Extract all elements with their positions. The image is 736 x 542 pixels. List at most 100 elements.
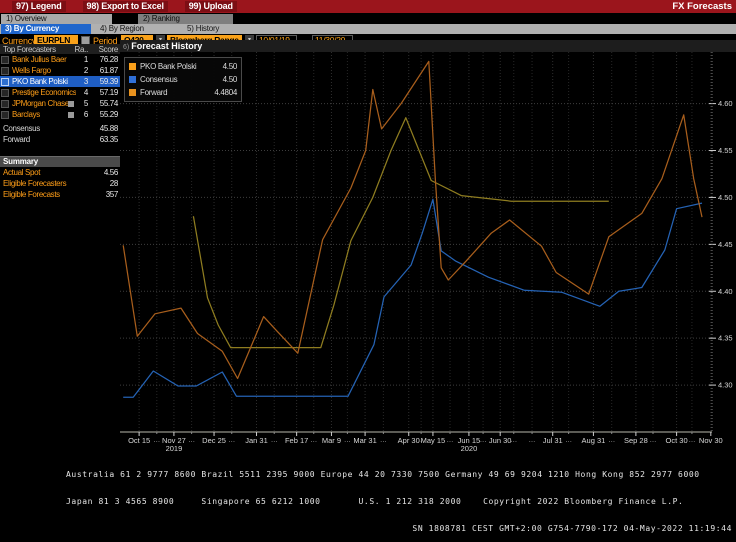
column-header-name: Top Forecasters xyxy=(3,45,72,54)
legend-swatch-icon xyxy=(129,89,136,96)
top-forecasters-panel: Top Forecasters Ra.. Score Bank Julius B… xyxy=(0,44,120,200)
upload-button[interactable]: 99) Upload xyxy=(185,1,237,12)
y-tick-label: 4.50 xyxy=(718,193,733,202)
summary-label: Eligible Forecasts xyxy=(3,190,88,199)
forecaster-checkbox[interactable] xyxy=(1,111,9,119)
summary-row: Actual Spot4.56 xyxy=(0,167,120,178)
legend-button[interactable]: 97) Legend xyxy=(12,1,66,12)
x-tick-ellipsis: … xyxy=(228,437,235,444)
legend-label: Forward xyxy=(140,88,214,97)
x-tick-ellipsis: … xyxy=(480,437,487,444)
forecaster-checkbox[interactable] xyxy=(1,56,9,64)
forecaster-name: Prestige Economics L.. xyxy=(12,88,76,97)
y-tick-label: 4.45 xyxy=(718,240,733,249)
aggregate-row[interactable]: Consensus 45.88 xyxy=(0,123,120,134)
x-year-label: 2019 xyxy=(166,444,183,452)
tab-ranking[interactable]: 2) Ranking xyxy=(138,14,233,24)
forecaster-row[interactable]: PKO Bank Polski359.39 xyxy=(0,76,120,87)
forecaster-rank: 1 xyxy=(76,55,88,64)
aggregate-row[interactable]: Forward63.35 xyxy=(0,134,120,145)
x-tick-ellipsis: … xyxy=(510,437,517,444)
legend-label: Consensus xyxy=(140,75,223,84)
footer-line-1: Australia 61 2 9777 8600 Brazil 5511 239… xyxy=(0,470,736,479)
series-line-forward xyxy=(193,118,608,348)
legend-value: 4.50 xyxy=(223,75,237,84)
summary-value: 28 xyxy=(88,179,118,188)
series-line-pko-bank-polski xyxy=(123,61,702,378)
forecaster-name: PKO Bank Polski xyxy=(12,77,76,86)
y-tick-label: 4.35 xyxy=(718,334,733,343)
summary-row: Eligible Forecasters28 xyxy=(0,178,120,189)
x-tick-ellipsis: … xyxy=(153,437,160,444)
page-title: FX Forecasts xyxy=(672,1,732,12)
tab-overview[interactable]: 1) Overview xyxy=(1,14,112,24)
summary-value: 357 xyxy=(88,190,118,199)
column-header-rank: Ra.. xyxy=(72,45,88,54)
forecaster-checkbox[interactable] xyxy=(1,89,9,97)
forecaster-checkbox[interactable] xyxy=(1,67,9,75)
x-tick-ellipsis: … xyxy=(650,437,657,444)
forecaster-rank: 5 xyxy=(76,99,88,108)
forecaster-score: 59.39 xyxy=(88,77,118,86)
x-tick-ellipsis: … xyxy=(380,437,387,444)
forecaster-row[interactable]: JPMorgan Chase555.74 xyxy=(0,98,120,109)
note-box-icon xyxy=(68,101,74,107)
forecasters-header-row: Top Forecasters Ra.. Score xyxy=(0,44,120,54)
forecaster-checkbox[interactable] xyxy=(1,100,9,108)
y-tick-label: 4.55 xyxy=(718,146,733,155)
x-tick-label: Sep 28 xyxy=(624,436,648,445)
legend-label: PKO Bank Polski xyxy=(140,62,223,71)
forecaster-name: Bank Julius Baer xyxy=(12,55,76,64)
forecaster-rank: 2 xyxy=(76,66,88,75)
forecaster-checkbox[interactable] xyxy=(1,78,9,86)
forecaster-row[interactable]: Barclays655.29 xyxy=(0,109,120,120)
x-tick-ellipsis: … xyxy=(310,437,317,444)
x-tick-ellipsis: … xyxy=(271,437,278,444)
legend-item[interactable]: Consensus4.50 xyxy=(127,73,239,86)
legend-value: 4.4804 xyxy=(214,88,237,97)
legend-item[interactable]: Forward4.4804 xyxy=(127,86,239,99)
x-year-label: 2020 xyxy=(461,444,478,452)
aggregate-score: 63.35 xyxy=(88,135,118,144)
forecaster-row[interactable]: Prestige Economics L..457.19 xyxy=(0,87,120,98)
forecaster-row[interactable]: Wells Fargo261.87 xyxy=(0,65,120,76)
x-tick-label: Mar 31 xyxy=(353,436,376,445)
subtab-by-currency[interactable]: 3) By Currency xyxy=(1,24,91,34)
subtab-bar: 3) By Currency 4) By Region 5) History xyxy=(0,24,736,34)
x-tick-ellipsis: … xyxy=(447,437,454,444)
summary-header: Summary xyxy=(0,156,120,167)
export-to-excel-button[interactable]: 98) Export to Excel xyxy=(83,1,168,12)
legend-swatch-icon xyxy=(129,76,136,83)
aggregate-name: Consensus xyxy=(3,124,76,133)
x-tick-label: Oct 30 xyxy=(666,436,688,445)
legend-swatch-icon xyxy=(129,63,136,70)
x-tick-label: Oct 15 xyxy=(128,436,150,445)
forecaster-name: Barclays xyxy=(12,110,68,119)
summary-label: Eligible Forecasters xyxy=(3,179,88,188)
forecaster-rank: 6 xyxy=(76,110,88,119)
footer-line-2: Japan 81 3 4565 8900 Singapore 65 6212 1… xyxy=(0,497,736,506)
x-tick-ellipsis: … xyxy=(418,437,425,444)
chart-legend: PKO Bank Polski4.50Consensus4.50Forward4… xyxy=(124,57,242,102)
terminal-footer: Australia 61 2 9777 8600 Brazil 5511 239… xyxy=(0,452,736,542)
subtab-by-region[interactable]: 4) By Region xyxy=(100,24,144,34)
summary-row: Eligible Forecasts357 xyxy=(0,189,120,200)
summary-value: 4.56 xyxy=(88,168,118,177)
x-tick-label: Dec 25 xyxy=(202,436,226,445)
top-toolbar: 97) Legend 98) Export to Excel 99) Uploa… xyxy=(0,0,736,13)
tab-row: 1) Overview 2) Ranking xyxy=(0,13,736,24)
summary-label: Actual Spot xyxy=(3,168,88,177)
forecasters-list: Bank Julius Baer176.28Wells Fargo261.87P… xyxy=(0,54,120,120)
subtab-history[interactable]: 5) History xyxy=(187,24,219,34)
legend-item[interactable]: PKO Bank Polski4.50 xyxy=(127,60,239,73)
x-tick-label: Jul 31 xyxy=(543,436,563,445)
legend-value: 4.50 xyxy=(223,62,237,71)
aggregate-score: 45.88 xyxy=(88,124,118,133)
chart-header: 6)Forecast History xyxy=(120,40,736,52)
y-tick-label: 4.40 xyxy=(718,287,733,296)
footer-line-3: SN 1808781 CEST GMT+2:00 G754-7790-172 0… xyxy=(0,524,736,533)
forecaster-score: 76.28 xyxy=(88,55,118,64)
forecaster-row[interactable]: Bank Julius Baer176.28 xyxy=(0,54,120,65)
summary-list: Actual Spot4.56Eligible Forecasters28Eli… xyxy=(0,167,120,200)
forecaster-name: Wells Fargo xyxy=(12,66,76,75)
